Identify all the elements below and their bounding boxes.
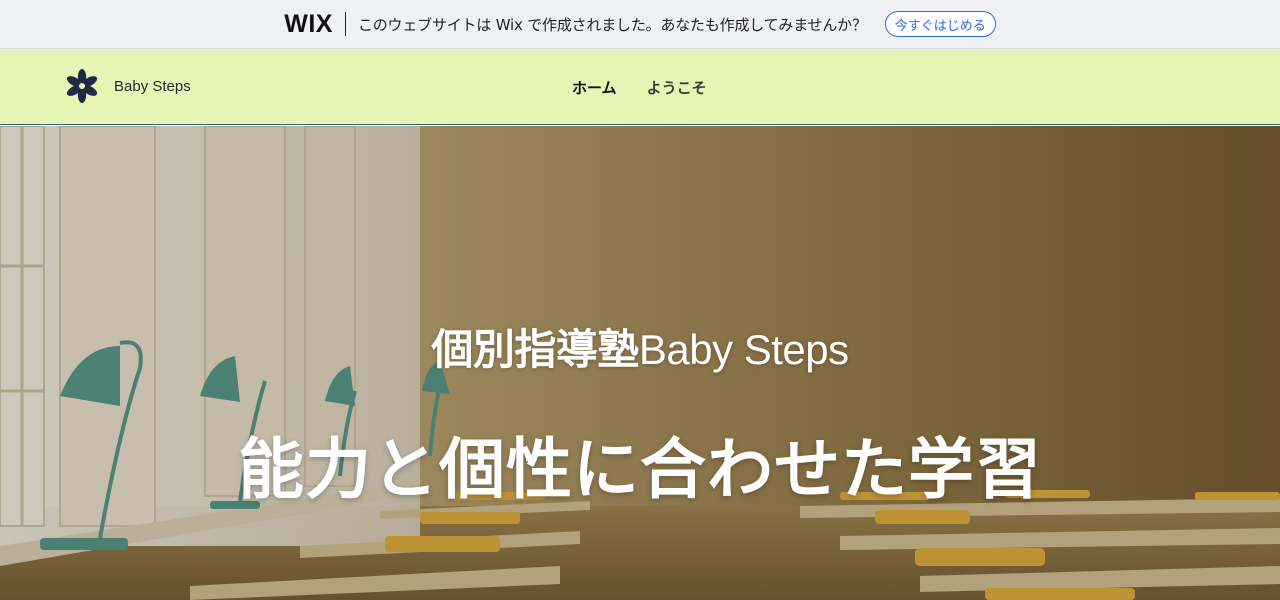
- nav-item-welcome[interactable]: ようこそ: [647, 77, 707, 98]
- banner-message: このウェブサイトは Wix で作成されました。あなたも作成してみませんか？: [357, 15, 867, 34]
- hero-title: 能力と個性に合わせた学習: [238, 431, 1042, 508]
- brand-name: Baby Steps: [114, 77, 191, 95]
- site-header: Baby Steps ホーム ようこそ: [0, 49, 1280, 125]
- hero-subtitle-jp: 個別指導塾: [431, 325, 639, 374]
- brand-logo-link[interactable]: Baby Steps: [64, 68, 191, 104]
- hero-subtitle: 個別指導塾Baby Steps: [0, 316, 1280, 377]
- start-now-button[interactable]: 今すぐはじめる: [884, 11, 996, 37]
- hero-section: 個別指導塾Baby Steps 能力と個性に合わせた学習: [0, 126, 1280, 600]
- nav-item-home[interactable]: ホーム: [572, 77, 617, 98]
- wix-promo-banner: WIX このウェブサイトは Wix で作成されました。あなたも作成してみませんか…: [0, 0, 1280, 49]
- banner-divider: [344, 12, 346, 36]
- hero-subtitle-en: Baby Steps: [638, 326, 849, 373]
- main-nav: ホーム ようこそ: [572, 76, 737, 98]
- flower-icon: [66, 69, 98, 103]
- wix-logo[interactable]: WIX: [284, 10, 333, 39]
